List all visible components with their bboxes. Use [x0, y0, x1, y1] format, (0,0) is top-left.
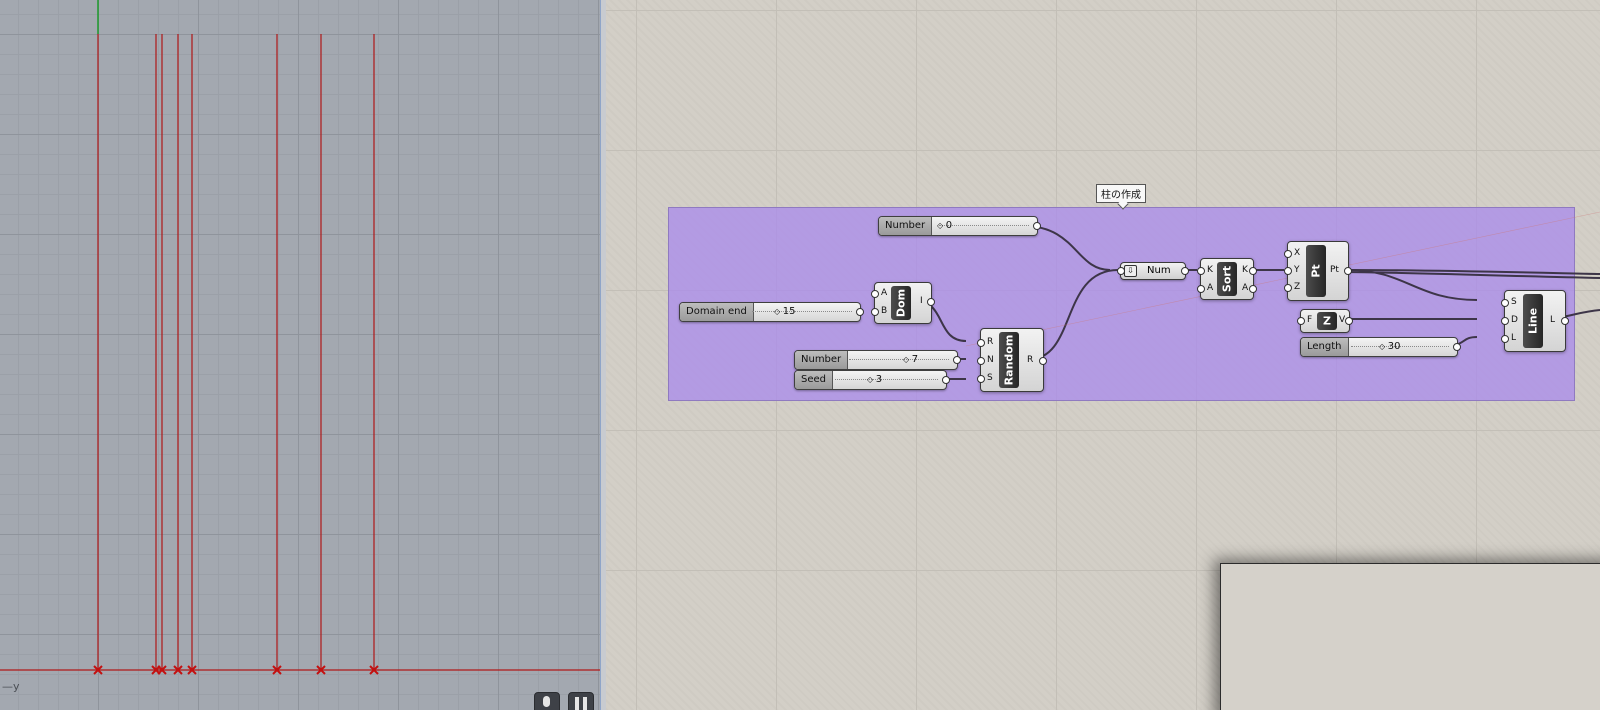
output-port[interactable]: [1453, 343, 1461, 351]
input-port[interactable]: [1501, 335, 1509, 343]
input-port[interactable]: [1197, 267, 1205, 275]
input-port[interactable]: [977, 357, 985, 365]
component-title: Dom: [894, 288, 908, 318]
domain-end-slider[interactable]: Domain end 15: [679, 302, 864, 322]
grasshopper-canvas[interactable]: 柱の作成 Number 0 Domain end 15: [606, 0, 1600, 710]
input-port[interactable]: [1297, 317, 1305, 325]
input-a-label: A: [1207, 283, 1214, 293]
output-i-label: I: [920, 296, 923, 306]
output-port[interactable]: [1561, 317, 1569, 325]
slider-track: [849, 359, 949, 360]
output-pt-label: Pt: [1330, 265, 1339, 275]
slider-track: [835, 379, 938, 380]
microphone-button[interactable]: [534, 692, 560, 710]
input-port[interactable]: [871, 308, 879, 316]
component-core: Line: [1523, 294, 1543, 348]
input-z-label: Z: [1294, 282, 1301, 292]
component-core: Pt: [1306, 245, 1326, 297]
unit-z-component[interactable]: F Z V: [1297, 309, 1353, 333]
output-port[interactable]: [856, 308, 864, 316]
input-s-label: S: [1511, 297, 1517, 307]
input-k-label: K: [1207, 265, 1213, 275]
input-f-label: F: [1307, 315, 1313, 325]
microphone-icon: [543, 696, 550, 707]
output-port[interactable]: [1249, 267, 1257, 275]
slider-value[interactable]: 30: [1379, 338, 1401, 356]
viewport-geometry: [0, 0, 600, 675]
input-r-label: R: [987, 337, 994, 347]
output-l-label: L: [1550, 315, 1556, 325]
input-x-label: X: [1294, 248, 1301, 258]
slider-name: Number: [795, 351, 849, 369]
output-a-label: A: [1242, 283, 1249, 293]
input-port[interactable]: [977, 339, 985, 347]
seed-slider[interactable]: Seed 3: [794, 370, 950, 390]
slider-track: [752, 311, 852, 312]
input-port[interactable]: [1284, 250, 1292, 258]
rhino-viewport[interactable]: —y: [0, 0, 600, 710]
component-core: Z: [1317, 312, 1337, 330]
input-port[interactable]: [1117, 267, 1125, 275]
component-title: Z: [1323, 314, 1331, 328]
output-port[interactable]: [1039, 357, 1047, 365]
component-title: Random: [1002, 334, 1016, 386]
line-sdl-component[interactable]: S D L Line L: [1501, 290, 1569, 352]
pause-icon: [575, 697, 587, 710]
input-b-label: B: [881, 306, 888, 316]
slider-name: Number: [879, 217, 933, 235]
sort-list-component[interactable]: K A Sort K A: [1197, 258, 1257, 300]
input-d-label: D: [1511, 315, 1518, 325]
construct-domain-component[interactable]: A B Dom I: [871, 282, 935, 324]
axis-label: —y: [2, 680, 20, 693]
input-port[interactable]: [1501, 317, 1509, 325]
input-port[interactable]: [1284, 267, 1292, 275]
output-port[interactable]: [953, 356, 961, 364]
slider-value[interactable]: 15: [774, 303, 796, 321]
count-slider[interactable]: Number 7: [794, 350, 961, 370]
input-y-label: Y: [1294, 265, 1300, 275]
construct-point-component[interactable]: X Y Z Pt Pt: [1284, 241, 1352, 301]
output-port[interactable]: [1249, 285, 1257, 293]
output-r-label: R: [1027, 355, 1034, 365]
component-core: Sort: [1217, 262, 1237, 296]
output-port[interactable]: [1345, 317, 1353, 325]
slider-value[interactable]: 7: [903, 351, 918, 369]
pause-button[interactable]: [568, 692, 594, 710]
input-l-label: L: [1511, 333, 1517, 343]
slider-name: Seed: [795, 371, 833, 389]
slider-name: Domain end: [680, 303, 754, 321]
input-port[interactable]: [1501, 299, 1509, 307]
slider-track: [939, 225, 1029, 226]
component-core: Random: [999, 332, 1019, 388]
slider-name: Length: [1301, 338, 1349, 356]
output-port[interactable]: [1181, 267, 1189, 275]
component-core: Dom: [891, 286, 911, 320]
line-curves: [97, 34, 375, 670]
length-slider[interactable]: Length 30: [1300, 337, 1461, 357]
param-name: Num: [1147, 265, 1171, 276]
output-k-label: K: [1242, 265, 1248, 275]
component-title: Pt: [1309, 264, 1323, 278]
slider-value[interactable]: 3: [867, 371, 882, 389]
component-title: Sort: [1220, 265, 1234, 293]
output-port[interactable]: [927, 298, 935, 306]
output-port[interactable]: [1344, 267, 1352, 275]
floating-panel-window[interactable]: [1220, 563, 1600, 710]
input-port[interactable]: [977, 375, 985, 383]
number-slider-top[interactable]: Number 0: [878, 216, 1041, 236]
input-port[interactable]: [1284, 284, 1292, 292]
component-title: Line: [1526, 307, 1540, 335]
random-component[interactable]: R N S Random R: [977, 328, 1047, 392]
input-n-label: N: [987, 355, 994, 365]
input-s-label: S: [987, 373, 993, 383]
num-parameter[interactable]: ⇩ Num: [1117, 262, 1189, 280]
input-a-label: A: [881, 288, 888, 298]
output-port[interactable]: [1033, 222, 1041, 230]
input-port[interactable]: [1197, 285, 1205, 293]
slider-value[interactable]: 0: [937, 217, 952, 235]
number-param-icon: ⇩: [1124, 265, 1137, 277]
input-port[interactable]: [871, 290, 879, 298]
output-port[interactable]: [942, 376, 950, 384]
